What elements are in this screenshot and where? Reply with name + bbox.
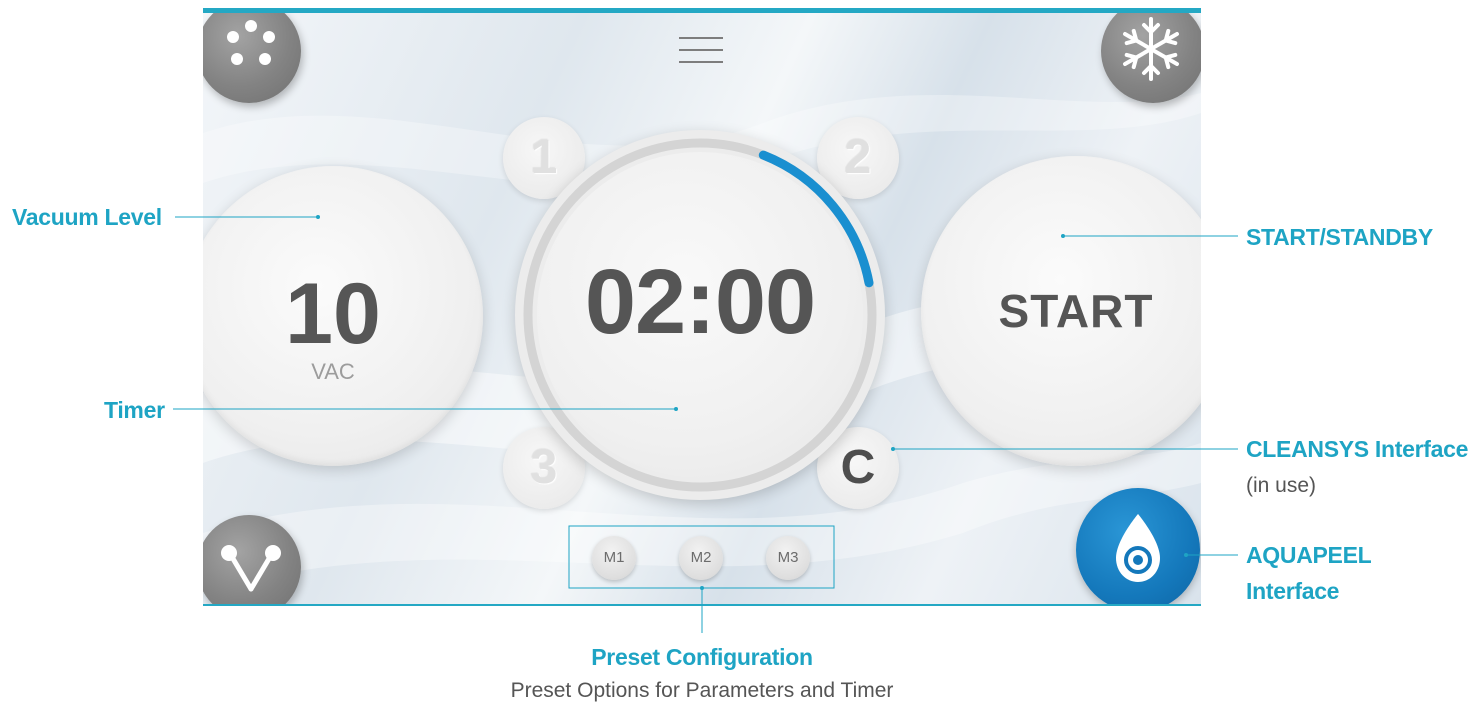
cleansys-subtitle: (in use) [1246,474,1317,497]
timer-callout: Timer [104,397,165,423]
start-standby-callout: START/STANDBY [1246,224,1433,250]
aquapeel-callout-line1: AQUAPEEL [1246,542,1372,568]
preset-configuration-callout: Preset Configuration [591,644,813,670]
preset-configuration-subtitle: Preset Options for Parameters and Timer [510,679,894,702]
cleansys-callout: CLEANSYS Interface [1246,436,1469,462]
aquapeel-callout-line2: Interface [1246,578,1340,604]
vacuum-level-callout: Vacuum Level [12,204,162,230]
